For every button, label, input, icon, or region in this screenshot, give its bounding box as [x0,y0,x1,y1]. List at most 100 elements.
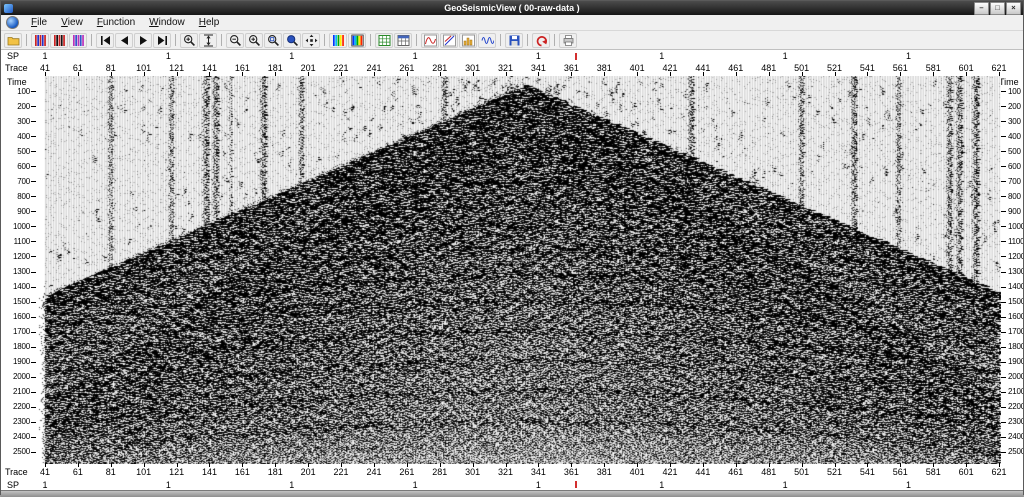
palette-button[interactable] [348,33,366,48]
time-tick-right [1001,407,1006,408]
trace-tick-top [703,72,704,76]
time-tick-left [31,422,36,423]
window-title: GeoSeismicView ( 00-raw-data ) [1,3,1023,13]
time-tick-left [31,437,36,438]
time-tick-left [31,452,36,453]
menu-item-help[interactable]: Help [192,15,227,30]
sp-number-bottom: 1 [780,480,790,490]
toolbar-separator [416,34,417,46]
zoom-full-button[interactable] [283,33,301,48]
wave-icon [481,34,494,47]
minimize-button[interactable]: – [974,2,989,15]
time-label-right: 600 [1008,162,1021,171]
time-tick-right [1001,121,1006,122]
undo-icon [535,34,548,47]
trace-tick-top [769,72,770,76]
toolbar-separator [500,34,501,46]
time-label-right: 900 [1008,207,1021,216]
sp-number-top: 1 [410,51,420,61]
time-label-right: 2100 [1008,387,1023,396]
trace-tick-top [440,72,441,76]
first-icon [99,34,112,47]
zoom-in-button[interactable] [245,33,263,48]
seis-wiggle-button[interactable] [31,33,49,48]
fit-height-button[interactable] [199,33,217,48]
menu-item-window[interactable]: Window [142,15,192,30]
time-tick-right [1001,392,1006,393]
trace-tick-top [144,72,145,76]
seis-vd-button[interactable] [69,33,87,48]
save-button[interactable] [505,33,523,48]
time-tick-left [31,91,36,92]
trace-tick-bottom [933,463,934,467]
time-label-left: 2400 [2,432,30,441]
trace-number-bottom: 521 [822,467,848,477]
toolbar-separator [26,34,27,46]
trace-tick-bottom [999,463,1000,467]
trace-number-bottom: 321 [493,467,519,477]
prev-button[interactable] [115,33,133,48]
time-label-right: 1400 [1008,282,1023,291]
time-tick-left [31,166,36,167]
time-label-right: 1700 [1008,327,1023,336]
toolbar-separator [175,34,176,46]
time-tick-right [1001,136,1006,137]
velocity-button[interactable] [440,33,458,48]
toolbar-separator [324,34,325,46]
sp-number-bottom: 1 [904,480,914,490]
last-button[interactable] [153,33,171,48]
trace-number-bottom: 401 [624,467,650,477]
trace-tick-top [571,72,572,76]
trace-bottom-label: Trace [5,467,28,477]
time-label-left: 200 [2,102,30,111]
table-button[interactable] [394,33,412,48]
time-label-right: 300 [1008,117,1021,126]
time-tick-right [1001,272,1006,273]
next-button[interactable] [134,33,152,48]
seis-va-button[interactable] [50,33,68,48]
window-controls: –□× [974,2,1021,15]
seismic-canvas[interactable] [35,76,1001,464]
spectrum-button[interactable] [421,33,439,48]
titlebar[interactable]: GeoSeismicView ( 00-raw-data ) –□× [1,1,1023,15]
trace-number-bottom: 121 [164,467,190,477]
print-button[interactable] [559,33,577,48]
fit-page-button[interactable] [302,33,320,48]
time-tick-right [1001,256,1006,257]
first-button[interactable] [96,33,114,48]
trace-number-bottom: 561 [887,467,913,477]
zoom-window-button[interactable] [264,33,282,48]
time-tick-left [31,181,36,182]
zoom-vertical-button[interactable] [180,33,198,48]
menu-item-view[interactable]: View [54,15,90,30]
trace-tick-top [275,72,276,76]
undo-button[interactable] [532,33,550,48]
app-icon [4,4,13,13]
time-label-left: 800 [2,192,30,201]
close-button[interactable]: × [1006,2,1021,15]
grid-button[interactable] [375,33,393,48]
velocity-icon [443,34,456,47]
time-tick-left [31,196,36,197]
histogram-button[interactable] [459,33,477,48]
maximize-button[interactable]: □ [990,2,1005,15]
colorbar-button[interactable] [329,33,347,48]
trace-tick-bottom [835,463,836,467]
trace-tick-bottom [506,463,507,467]
menu-item-function[interactable]: Function [90,15,142,30]
toolbar-separator [221,34,222,46]
time-tick-right [1001,181,1006,182]
sp-number-top: 1 [163,51,173,61]
time-label-left: 2200 [2,402,30,411]
time-label-right: 500 [1008,147,1021,156]
time-label-left: 1000 [2,222,30,231]
menu-item-file[interactable]: File [24,15,54,30]
zoom-out-button[interactable] [226,33,244,48]
trace-tick-bottom [900,463,901,467]
time-label-left: 1100 [2,237,30,246]
time-label-left: 1400 [2,282,30,291]
time-tick-left [31,302,36,303]
wave-button[interactable] [478,33,496,48]
open-button[interactable] [4,33,22,48]
time-label-left: 100 [2,87,30,96]
